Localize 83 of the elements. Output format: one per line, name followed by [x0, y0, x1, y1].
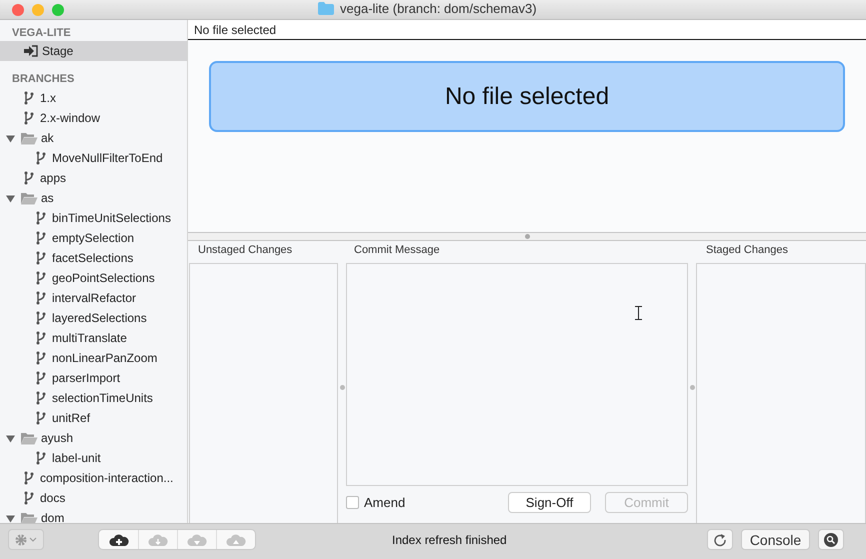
branch-item[interactable]: 1.x — [0, 88, 187, 108]
refresh-icon — [713, 532, 727, 546]
panel-heading: Commit Message — [353, 243, 441, 258]
window-title: vega-lite (branch: dom/schemav3) — [340, 1, 537, 16]
amend-checkbox[interactable] — [346, 496, 359, 509]
folder-item[interactable]: as — [0, 188, 187, 208]
disclosure-triangle-icon[interactable] — [6, 134, 15, 142]
close-button[interactable] — [12, 4, 24, 16]
branch-item[interactable]: geoPointSelections — [0, 268, 187, 288]
cloud-arrow-icon — [148, 532, 168, 546]
branch-item[interactable]: binTimeUnitSelections — [0, 208, 187, 228]
staged-list[interactable] — [696, 263, 866, 523]
branch-item[interactable]: selectionTimeUnits — [0, 388, 187, 408]
branch-item[interactable]: multiTranslate — [0, 328, 187, 348]
branch-icon — [36, 371, 46, 385]
search-button[interactable] — [818, 529, 844, 550]
branch-icon — [36, 251, 46, 265]
branch-icon — [36, 451, 46, 465]
branch-icon — [24, 171, 34, 185]
disclosure-triangle-icon[interactable] — [6, 194, 15, 202]
no-file-banner: No file selected — [209, 61, 845, 132]
branch-icon — [36, 211, 46, 225]
disclosure-triangle-icon[interactable] — [6, 514, 15, 522]
panel-heading: Unstaged Changes — [197, 243, 294, 258]
branch-icon — [36, 151, 46, 165]
stage-item[interactable]: Stage — [0, 41, 187, 61]
branch-icon — [36, 331, 46, 345]
branch-item[interactable]: intervalRefactor — [0, 288, 187, 308]
refresh-button[interactable] — [707, 529, 733, 550]
file-header: No file selected — [188, 20, 866, 40]
branch-item[interactable]: 2.x-window — [0, 108, 187, 128]
branch-icon — [24, 91, 34, 105]
branch-item[interactable]: unitRef — [0, 408, 187, 428]
folder-icon — [20, 432, 38, 444]
branch-item[interactable]: nonLinearPanZoom — [0, 348, 187, 368]
cloud-down-icon — [187, 532, 207, 546]
disclosure-triangle-icon[interactable] — [6, 434, 15, 442]
branch-icon — [24, 491, 34, 505]
branch-item[interactable]: facetSelections — [0, 248, 187, 268]
minimize-button[interactable] — [32, 4, 44, 16]
folder-item[interactable]: dom — [0, 508, 187, 523]
branch-item[interactable]: emptySelection — [0, 228, 187, 248]
branch-item[interactable]: apps — [0, 168, 187, 188]
branch-icon — [36, 411, 46, 425]
splitter-handle[interactable] — [688, 384, 696, 390]
console-button[interactable]: Console — [741, 529, 810, 550]
section-heading: VEGA-LITE — [11, 26, 72, 41]
sign-off-button[interactable]: Sign-Off — [508, 492, 591, 513]
branch-item[interactable]: docs — [0, 488, 187, 508]
amend-label: Amend — [364, 495, 406, 510]
branch-icon — [36, 391, 46, 405]
branch-item[interactable]: composition-interaction... — [0, 468, 187, 488]
branch-icon — [36, 231, 46, 245]
panel-heading: Staged Changes — [705, 243, 789, 258]
branch-icon — [36, 311, 46, 325]
branch-icon — [24, 471, 34, 485]
branch-icon — [36, 351, 46, 365]
zoom-button[interactable] — [52, 4, 64, 16]
branch-icon — [24, 111, 34, 125]
branch-item[interactable]: MoveNullFilterToEnd — [0, 148, 187, 168]
splitter-handle[interactable] — [524, 234, 530, 240]
folder-icon — [20, 192, 38, 204]
sign-in-icon — [24, 45, 38, 57]
branch-item[interactable]: layeredSelections — [0, 308, 187, 328]
cloud-up-icon — [226, 532, 246, 546]
branch-item[interactable]: parserImport — [0, 368, 187, 388]
settings-button[interactable] — [8, 529, 44, 550]
status-text: Index refresh finished — [392, 532, 508, 546]
text-cursor-icon — [635, 306, 642, 320]
branch-item[interactable]: label-unit — [0, 448, 187, 468]
cloud-plus-icon — [108, 532, 128, 546]
commit-message-field[interactable] — [346, 263, 688, 486]
search-icon — [824, 532, 838, 546]
unstaged-list[interactable] — [189, 263, 338, 523]
splitter-handle[interactable] — [338, 384, 346, 390]
branch-icon — [36, 291, 46, 305]
folder-item[interactable]: ayush — [0, 428, 187, 448]
settings-icon — [15, 534, 37, 546]
folder-icon — [20, 132, 38, 144]
section-heading: BRANCHES — [11, 72, 76, 87]
folder-item[interactable]: ak — [0, 128, 187, 148]
branch-icon — [36, 271, 46, 285]
folder-icon — [318, 2, 334, 15]
